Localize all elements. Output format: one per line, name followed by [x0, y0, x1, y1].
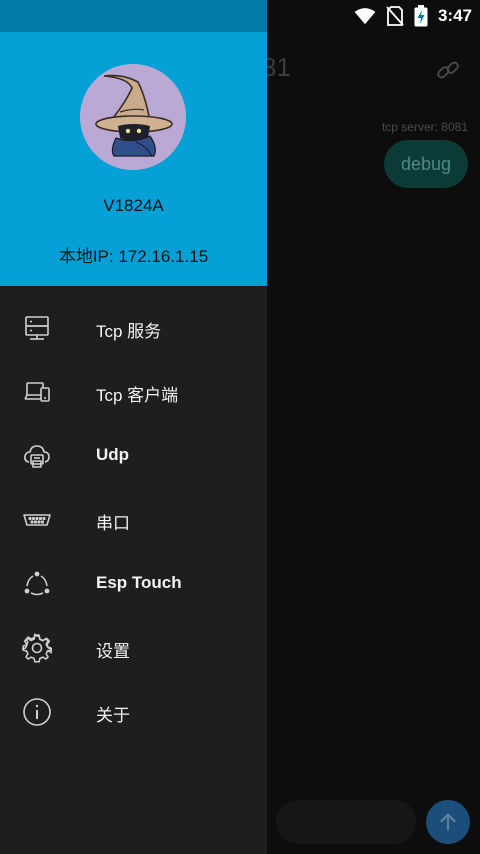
drawer-header: V1824A 本地IP: 172.16.1.15	[0, 32, 267, 286]
link-icon[interactable]	[434, 56, 462, 84]
info-icon	[23, 698, 51, 726]
local-ip: 本地IP: 172.16.1.15	[58, 247, 209, 266]
battery-charging-icon	[414, 5, 428, 27]
menu-item-about[interactable]: 关于	[0, 680, 267, 744]
drawer-menu: Tcp 服务 Tcp 客户端 Udp 串口 Esp Touch 设置 关于	[0, 296, 267, 744]
menu-item-label: 串口	[96, 514, 130, 533]
menu-item-esp-touch[interactable]: Esp Touch	[0, 552, 267, 616]
menu-item-udp[interactable]: Udp	[0, 424, 267, 488]
send-arrow-icon	[440, 813, 456, 831]
menu-item-tcp-client[interactable]: Tcp 客户端	[0, 360, 267, 424]
menu-item-serial-port[interactable]: 串口	[0, 488, 267, 552]
message-input[interactable]	[276, 800, 416, 844]
message-meta: tcp server: 8081	[381, 120, 468, 134]
send-button[interactable]	[426, 800, 470, 844]
menu-item-label: Esp Touch	[96, 573, 182, 592]
status-time: 3:47	[437, 6, 472, 25]
menu-item-label: 设置	[96, 642, 130, 661]
wifi-icon	[354, 8, 376, 25]
status-icons: 3:47	[354, 4, 472, 28]
gear-icon	[22, 633, 52, 663]
message-bubble: debug	[384, 140, 468, 188]
menu-item-label: Udp	[96, 445, 130, 464]
menu-item-label: Tcp 客户端	[96, 386, 179, 405]
navigation-drawer: V1824A 本地IP: 172.16.1.15 Tcp 服务 Tcp 客户端	[0, 0, 267, 854]
status-bar-drawer-tint	[0, 0, 267, 32]
devices-icon	[24, 382, 50, 402]
menu-item-settings[interactable]: 设置	[0, 616, 267, 680]
menu-item-tcp-server[interactable]: Tcp 服务	[0, 296, 267, 360]
no-sim-icon	[386, 6, 404, 26]
server-icon	[25, 316, 49, 340]
device-name: V1824A	[103, 196, 164, 215]
cloud-printer-icon	[24, 445, 50, 468]
serial-port-icon	[23, 514, 51, 526]
menu-item-label: 关于	[96, 706, 130, 725]
menu-item-label: Tcp 服务	[96, 322, 162, 341]
avatar[interactable]	[80, 64, 186, 170]
status-bar: 3:47	[0, 0, 480, 32]
wizard-avatar-image	[80, 64, 186, 170]
network-nodes-icon	[24, 571, 50, 596]
